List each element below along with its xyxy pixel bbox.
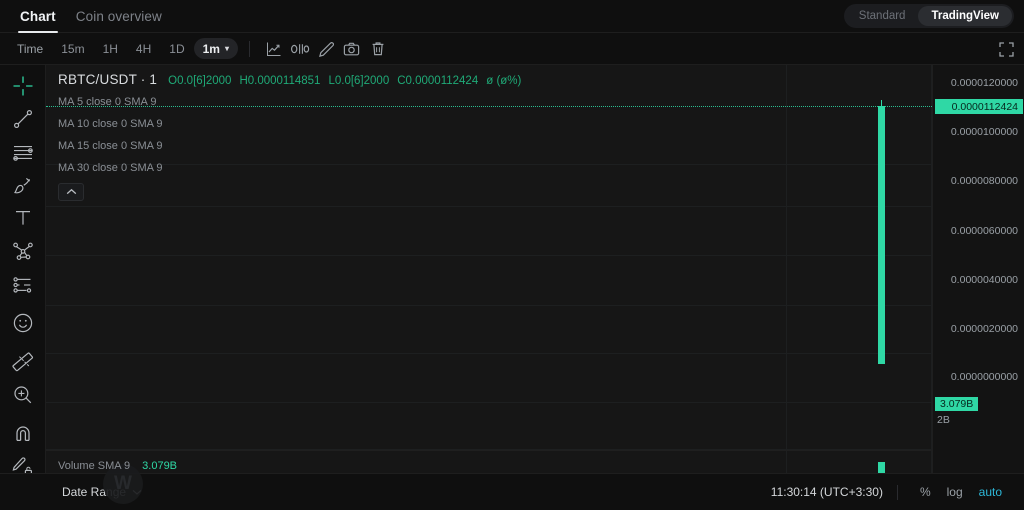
ma-row-15[interactable]: MA 15 close 0 SMA 9 [58, 140, 521, 152]
timeframe-15m[interactable]: 15m [52, 38, 93, 59]
timeframe-1d[interactable]: 1D [160, 38, 193, 59]
tab-coin-overview-label: Coin overview [75, 8, 162, 24]
timeframe-selector-1m[interactable]: 1m ▾ [193, 38, 238, 59]
price-tick-5: 0.0000020000 [950, 323, 1018, 335]
forecast-tool[interactable] [6, 267, 40, 300]
moving-average-legend: MA 5 close 0 SMA 9 MA 10 close 0 SMA 9 M… [58, 96, 521, 174]
tab-chart[interactable]: Chart [10, 0, 66, 33]
ohlc-open: O0.0[6]2000 [168, 75, 232, 87]
chart-clock: 11:30:14 (UTC+3:30) [770, 485, 883, 499]
text-tool[interactable] [6, 201, 40, 234]
current-price-badge: 0.0000112424 [935, 99, 1023, 114]
bottom-status-bar: Date Range 11:30:14 (UTC+3:30) % log aut… [0, 473, 1024, 510]
chart-type-icon[interactable] [261, 37, 287, 61]
tab-chart-label: Chart [20, 8, 56, 24]
percent-scale-button[interactable]: % [912, 485, 939, 499]
draw-pencil-icon[interactable] [313, 37, 339, 61]
price-tick-4: 0.0000040000 [950, 274, 1018, 286]
price-tick-0: 0.0000120000 [950, 77, 1018, 89]
chart-legend: RBTC/USDT · 1 O0.0[6]2000 H0.0000114851 … [58, 72, 521, 202]
chart-mode-switch: Standard TradingView [843, 4, 1014, 28]
timeframe-1h[interactable]: 1H [94, 38, 127, 59]
magnet-tool[interactable] [6, 417, 40, 450]
ohlc-change: ø (ø%) [486, 75, 522, 87]
status-bar-right: 11:30:14 (UTC+3:30) % log auto [770, 484, 1024, 500]
delete-trash-icon[interactable] [365, 37, 391, 61]
snapshot-camera-icon[interactable] [339, 37, 365, 61]
ma-row-5[interactable]: MA 5 close 0 SMA 9 [58, 96, 521, 108]
mode-standard-label: Standard [858, 10, 906, 22]
emoji-tool[interactable] [6, 306, 40, 339]
timeframe-4h-label: 4H [135, 41, 152, 56]
status-divider [896, 484, 898, 500]
tab-coin-overview[interactable]: Coin overview [66, 0, 172, 33]
toolbar-divider [248, 40, 250, 57]
chevron-down-icon: ▾ [224, 44, 229, 53]
ohlc-low: L0.0[6]2000 [328, 75, 390, 87]
crosshair-cursor-tool[interactable] [6, 69, 40, 102]
ohlc-high: H0.0000114851 [239, 75, 321, 87]
top-tab-bar: Chart Coin overview Standard TradingView [0, 0, 1024, 33]
price-tick-3: 0.0000060000 [950, 225, 1018, 237]
ma-row-10[interactable]: MA 10 close 0 SMA 9 [58, 118, 521, 130]
brush-tool[interactable] [6, 168, 40, 201]
volume-legend-value: 3.079B [142, 460, 178, 472]
time-label-text: Time [17, 41, 44, 56]
watermark-text: W [114, 473, 132, 494]
drawing-tools-rail [0, 65, 46, 510]
ohlc-values: O0.0[6]2000 H0.0000114851 L0.0[6]2000 C0… [168, 75, 521, 88]
timeframe-4h[interactable]: 4H [127, 38, 160, 59]
mode-tradingview-label: TradingView [931, 10, 999, 22]
price-axis[interactable]: 0.0000120000 0.0000112424 0.0000100000 0… [932, 65, 1024, 510]
auto-scale-button[interactable]: auto [971, 485, 1010, 499]
time-label: Time [8, 38, 52, 59]
timeframe-1d-label: 1D [169, 41, 185, 56]
chart-canvas-area[interactable]: RBTC/USDT · 1 O0.0[6]2000 H0.0000114851 … [46, 65, 1024, 510]
trend-line-tool[interactable] [6, 102, 40, 135]
price-tick-6: 0.0000000000 [950, 371, 1018, 383]
measure-ruler-tool[interactable] [6, 345, 40, 378]
timeframe-1h-label: 1H [102, 41, 118, 56]
ma-row-30[interactable]: MA 30 close 0 SMA 9 [58, 162, 521, 174]
volume-value-badge: 3.079B [935, 397, 979, 411]
mode-standard-button[interactable]: Standard [846, 6, 919, 26]
fullscreen-icon[interactable] [998, 41, 1015, 58]
legend-collapse-button[interactable] [58, 183, 84, 202]
fib-retracement-tool[interactable] [6, 135, 40, 168]
tradingview-chart-app: Chart Coin overview Standard TradingView… [0, 0, 1024, 510]
chart-toolbar: Time 15m 1H 4H 1D 1m ▾ [0, 33, 1024, 65]
timeframe-15m-label: 15m [61, 41, 85, 56]
indicators-icon[interactable] [287, 37, 313, 61]
pattern-tool[interactable] [6, 234, 40, 267]
ohlc-close: C0.0000112424 [397, 75, 479, 87]
volume-axis-tick: 2B [937, 414, 950, 426]
symbol-label: RBTC/USDT · 1 [58, 72, 158, 87]
log-scale-button[interactable]: log [939, 485, 971, 499]
volume-legend: Volume SMA 9 3.079B [58, 460, 177, 472]
zoom-in-tool[interactable] [6, 378, 40, 411]
mode-tradingview-button[interactable]: TradingView [918, 6, 1012, 26]
chevron-up-icon [66, 189, 76, 195]
legend-symbol-row: RBTC/USDT · 1 O0.0[6]2000 H0.0000114851 … [58, 72, 521, 88]
price-tick-1: 0.0000100000 [950, 126, 1018, 138]
price-tick-2: 0.0000080000 [950, 175, 1018, 187]
timeframe-1m-label: 1m [202, 41, 220, 56]
volume-legend-title: Volume SMA 9 [58, 460, 131, 472]
candle-body [878, 106, 885, 364]
